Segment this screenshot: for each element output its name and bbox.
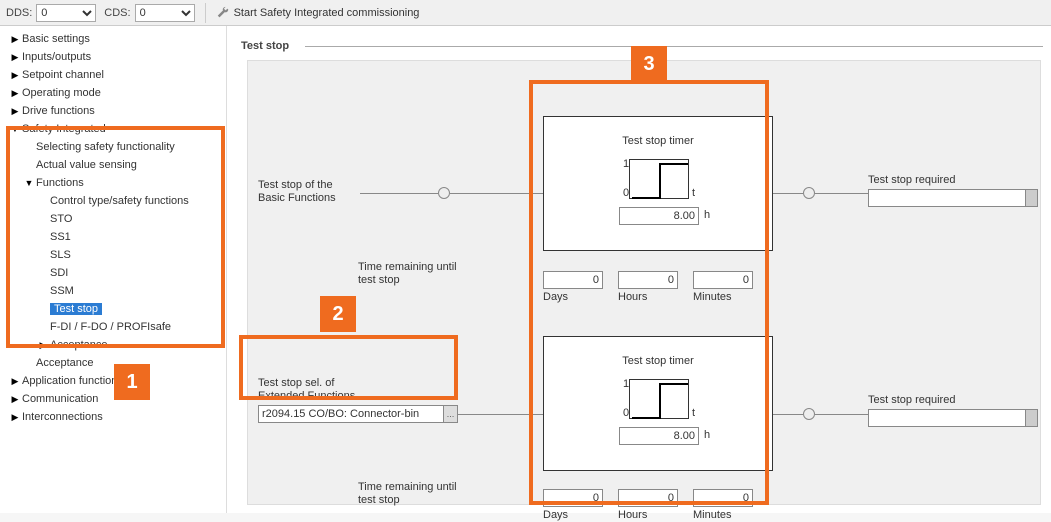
tree-fdi-fdo[interactable]: ▶F-DI / F-DO / PROFIsafe — [0, 318, 226, 336]
basic-input-node[interactable] — [438, 187, 450, 199]
line5 — [458, 414, 543, 415]
tree-acceptance[interactable]: ▶Acceptance — [0, 336, 226, 354]
line6 — [773, 414, 803, 415]
diagram-canvas: Test stop of the Basic Functions Test st… — [247, 60, 1041, 505]
tree-operating-mode[interactable]: ▶Operating mode — [0, 84, 226, 102]
annotation-number-1: 1 — [114, 364, 150, 400]
extended-days-value: 0 — [543, 489, 603, 507]
toolbar-separator — [205, 3, 206, 23]
tree-setpoint-channel[interactable]: ▶Setpoint channel — [0, 66, 226, 84]
line4 — [815, 193, 868, 194]
dds-select[interactable]: 0 — [36, 4, 96, 22]
extended-timer-block: Test stop timer 1 0 t 8.00 h — [543, 336, 773, 471]
extended-minutes-label: Minutes — [693, 509, 732, 522]
tree-acceptance-2[interactable]: ▶Acceptance — [0, 354, 226, 372]
extended-param-field[interactable]: r2094.15 CO/BO: Connector-bin … — [258, 405, 458, 423]
basic-timer-block: Test stop timer 1 0 t 8.00 h — [543, 116, 773, 251]
tree-sto[interactable]: ▶STO — [0, 210, 226, 228]
tree-sls[interactable]: ▶SLS — [0, 246, 226, 264]
dds-label: DDS: — [6, 7, 32, 19]
top-toolbar: DDS: 0 CDS: 0 Start Safety Integrated co… — [0, 0, 1051, 26]
extended-param-value: r2094.15 CO/BO: Connector-bin — [259, 408, 443, 420]
basic-timer-unit: h — [704, 209, 710, 222]
tree-test-stop[interactable]: ▶Test stop — [0, 300, 226, 318]
basic-minutes-label: Minutes — [693, 291, 732, 304]
tree-control-type[interactable]: ▶Control type/safety functions — [0, 192, 226, 210]
navigation-tree[interactable]: ▶Basic settings ▶Inputs/outputs ▶Setpoin… — [0, 26, 227, 513]
tree-inputs-outputs[interactable]: ▶Inputs/outputs — [0, 48, 226, 66]
extended-days-label: Days — [543, 509, 568, 522]
param-browse-button[interactable]: … — [443, 406, 457, 422]
wrench-icon — [216, 6, 230, 20]
basic-functions-label: Test stop of the Basic Functions — [258, 179, 336, 205]
tree-ssm[interactable]: ▶SSM — [0, 282, 226, 300]
basic-days-label: Days — [543, 291, 568, 304]
tree-actual-value-sensing[interactable]: ▶Actual value sensing — [0, 156, 226, 174]
basic-timer-title: Test stop timer — [544, 135, 772, 148]
tree-safety-integrated[interactable]: ▼Safety Integrated — [0, 120, 226, 138]
tree-selecting-safety[interactable]: ▶Selecting safety functionality — [0, 138, 226, 156]
basic-remaining-label: Time remaining until test stop — [358, 261, 457, 287]
line1 — [360, 193, 438, 194]
extended-functions-label: Test stop sel. of Extended Functions — [258, 377, 355, 403]
cds-selector: CDS: 0 — [104, 4, 194, 22]
title-divider — [305, 46, 1043, 47]
extended-output-node[interactable] — [803, 408, 815, 420]
cds-select[interactable]: 0 — [135, 4, 195, 22]
basic-timer-graph: 1 0 t — [629, 159, 689, 199]
tree-interconnections[interactable]: ▶Interconnections — [0, 408, 226, 426]
basic-required-output[interactable] — [868, 189, 1038, 207]
basic-days-value: 0 — [543, 271, 603, 289]
tree-basic-settings[interactable]: ▶Basic settings — [0, 30, 226, 48]
extended-minutes-value: 0 — [693, 489, 753, 507]
basic-hours-label: Hours — [618, 291, 647, 304]
cds-label: CDS: — [104, 7, 130, 19]
tree-ss1[interactable]: ▶SS1 — [0, 228, 226, 246]
panel-title: Test stop — [237, 40, 293, 52]
extended-timer-title: Test stop timer — [544, 355, 772, 368]
dds-selector: DDS: 0 — [6, 4, 96, 22]
tree-application-functions[interactable]: ▶Application functions — [0, 372, 226, 390]
basic-minutes-value: 0 — [693, 271, 753, 289]
extended-remaining-label: Time remaining until test stop — [358, 481, 457, 507]
tree-communication[interactable]: ▶Communication — [0, 390, 226, 408]
tree-drive-functions[interactable]: ▶Drive functions — [0, 102, 226, 120]
extended-required-label: Test stop required — [868, 394, 955, 407]
line7 — [815, 414, 868, 415]
extended-timer-graph: 1 0 t — [629, 379, 689, 419]
extended-hours-label: Hours — [618, 509, 647, 522]
safety-tool-label: Start Safety Integrated commissioning — [234, 7, 420, 19]
basic-hours-value: 0 — [618, 271, 678, 289]
content-panel: Test stop Test stop of the Basic Functio… — [227, 26, 1051, 513]
line3 — [773, 193, 803, 194]
basic-timer-value[interactable]: 8.00 — [619, 207, 699, 225]
basic-required-label: Test stop required — [868, 174, 955, 187]
line2 — [450, 193, 543, 194]
annotation-number-3: 3 — [631, 46, 667, 82]
extended-timer-unit: h — [704, 429, 710, 442]
start-safety-commissioning-button[interactable]: Start Safety Integrated commissioning — [216, 6, 420, 20]
tree-sdi[interactable]: ▶SDI — [0, 264, 226, 282]
extended-timer-value[interactable]: 8.00 — [619, 427, 699, 445]
basic-output-node[interactable] — [803, 187, 815, 199]
extended-hours-value: 0 — [618, 489, 678, 507]
tree-functions[interactable]: ▼Functions — [0, 174, 226, 192]
extended-required-output[interactable] — [868, 409, 1038, 427]
annotation-number-2: 2 — [320, 296, 356, 332]
